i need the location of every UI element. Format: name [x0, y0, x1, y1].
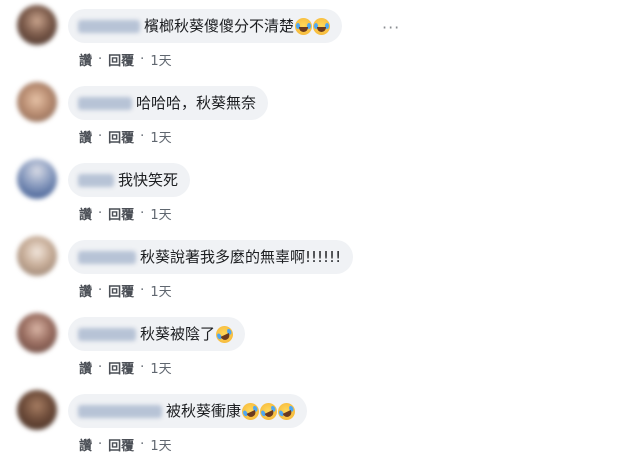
comment-timestamp[interactable]: 1天 [150, 50, 171, 69]
separator: · [98, 360, 103, 375]
comment-bubble: 秋葵說著我多麼的無辜啊!!!!!! [68, 240, 354, 274]
comment-thread: 檳榔秋葵傻傻分不清楚 ··· 讚 · 回覆 · 1天 哈哈哈，秋葵無奈 讚 · … [0, 0, 619, 465]
commenter-name-blurred[interactable] [78, 327, 136, 341]
separator: · [98, 283, 103, 298]
like-button[interactable]: 讚 [79, 435, 92, 454]
laugh-cry-emoji-icon [313, 17, 331, 35]
rofl-emoji-icon [257, 399, 280, 423]
comment-bubble: 哈哈哈，秋葵無奈 [68, 86, 269, 120]
comment-text: 檳榔秋葵傻傻分不清楚 [144, 17, 295, 35]
separator: · [140, 206, 145, 221]
comment-item: 我快笑死 讚 · 回覆 · 1天 [0, 156, 619, 233]
comment-actions: 讚 · 回覆 · 1天 [79, 50, 172, 69]
separator: · [140, 129, 145, 144]
rofl-emoji-icon [239, 399, 262, 423]
comment-text: 秋葵被陰了 [140, 325, 216, 343]
comment-timestamp[interactable]: 1天 [150, 358, 171, 377]
comment-bubble: 我快笑死 [68, 163, 191, 197]
comment-item: 檳榔秋葵傻傻分不清楚 ··· 讚 · 回覆 · 1天 [0, 2, 619, 79]
commenter-name-blurred[interactable] [78, 404, 162, 418]
rofl-emoji-icon [213, 322, 236, 346]
reply-button[interactable]: 回覆 [108, 281, 134, 300]
separator: · [140, 437, 145, 452]
like-button[interactable]: 讚 [79, 358, 92, 377]
reply-button[interactable]: 回覆 [108, 50, 134, 69]
comment-item: 秋葵說著我多麼的無辜啊!!!!!! 讚 · 回覆 · 1天 [0, 233, 619, 310]
comment-bubble: 秋葵被陰了 [68, 317, 246, 351]
avatar[interactable] [17, 159, 57, 199]
commenter-name-blurred[interactable] [78, 173, 114, 187]
avatar[interactable] [17, 5, 57, 45]
comment-item: 秋葵被陰了 讚 · 回覆 · 1天 [0, 310, 619, 387]
comment-timestamp[interactable]: 1天 [150, 204, 171, 223]
comment-actions: 讚 · 回覆 · 1天 [79, 358, 172, 377]
comment-timestamp[interactable]: 1天 [150, 281, 171, 300]
commenter-name-blurred[interactable] [78, 96, 132, 110]
separator: · [98, 437, 103, 452]
comment-text: 被秋葵衝康 [166, 402, 242, 420]
comment-timestamp[interactable]: 1天 [150, 127, 171, 146]
commenter-name-blurred[interactable] [78, 19, 140, 33]
comment-item: 被秋葵衝康 讚 · 回覆 · 1天 [0, 387, 619, 464]
comment-item: 哈哈哈，秋葵無奈 讚 · 回覆 · 1天 [0, 79, 619, 156]
like-button[interactable]: 讚 [79, 50, 92, 69]
separator: · [140, 360, 145, 375]
comment-timestamp[interactable]: 1天 [150, 435, 171, 454]
separator: · [140, 52, 145, 67]
avatar[interactable] [17, 313, 57, 353]
reply-button[interactable]: 回覆 [108, 204, 134, 223]
like-button[interactable]: 讚 [79, 281, 92, 300]
like-button[interactable]: 讚 [79, 127, 92, 146]
comment-actions: 讚 · 回覆 · 1天 [79, 127, 172, 146]
comment-actions: 讚 · 回覆 · 1天 [79, 435, 172, 454]
separator: · [98, 206, 103, 221]
comment-bubble: 被秋葵衝康 [68, 394, 308, 428]
comment-text: 哈哈哈，秋葵無奈 [136, 94, 257, 112]
avatar[interactable] [17, 390, 57, 430]
comment-actions: 讚 · 回覆 · 1天 [79, 281, 172, 300]
avatar[interactable] [17, 82, 57, 122]
rofl-emoji-icon [275, 399, 298, 423]
reply-button[interactable]: 回覆 [108, 358, 134, 377]
comment-actions: 讚 · 回覆 · 1天 [79, 204, 172, 223]
avatar[interactable] [17, 236, 57, 276]
comment-text: 秋葵說著我多麼的無辜啊!!!!!! [140, 248, 342, 266]
reply-button[interactable]: 回覆 [108, 435, 134, 454]
comment-text: 我快笑死 [118, 171, 179, 189]
comment-bubble: 檳榔秋葵傻傻分不清楚 [68, 9, 343, 43]
separator: · [98, 129, 103, 144]
laugh-cry-emoji-icon [295, 17, 313, 35]
separator: · [98, 52, 103, 67]
commenter-name-blurred[interactable] [78, 250, 136, 264]
like-button[interactable]: 讚 [79, 204, 92, 223]
reply-button[interactable]: 回覆 [108, 127, 134, 146]
separator: · [140, 283, 145, 298]
more-options-icon[interactable]: ··· [382, 20, 400, 36]
